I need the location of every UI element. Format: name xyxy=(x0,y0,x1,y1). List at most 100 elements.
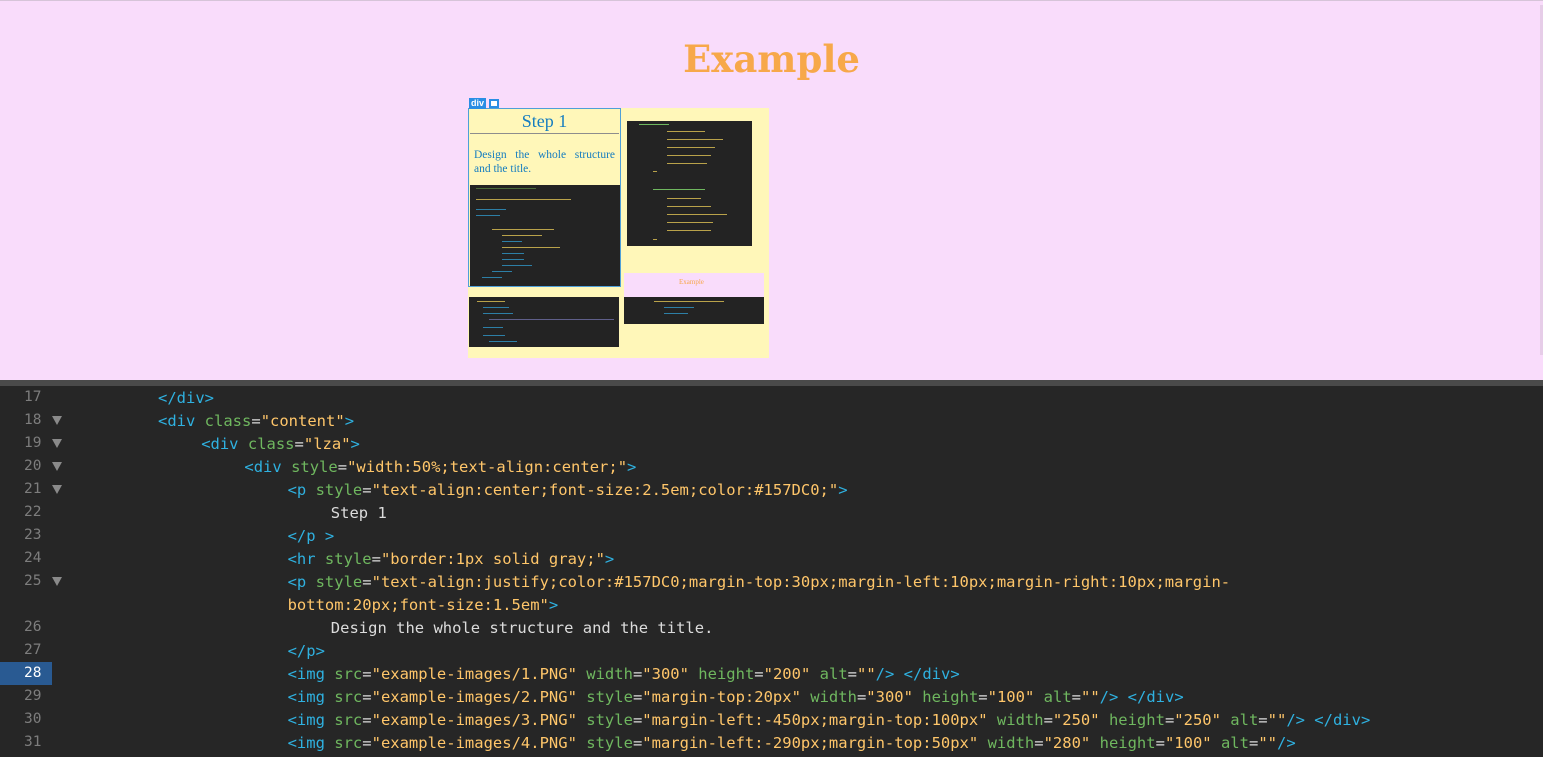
fold-arrow-icon[interactable] xyxy=(52,439,62,448)
code-text: Step 1 xyxy=(331,504,387,522)
code-token: = xyxy=(1248,734,1259,752)
code-token: height xyxy=(1108,711,1165,729)
code-line[interactable]: bottom:20px;font-size:1.5em"> xyxy=(0,593,1543,616)
code-token: style xyxy=(291,458,338,476)
code-token: "" xyxy=(857,665,876,683)
selected-div-element[interactable]: div Step 1 Design the whole structure an… xyxy=(468,98,621,287)
code-token: </div> xyxy=(158,389,214,407)
code-line[interactable]: 24 <hr style="border:1px solid gray;"> xyxy=(0,547,1543,570)
code-line[interactable]: 26 Design the whole structure and the tit… xyxy=(0,616,1543,639)
code-text: <hr style="border:1px solid gray;"> xyxy=(288,550,615,568)
line-number: 25 xyxy=(24,573,42,589)
code-line[interactable]: 31 <img src="example-images/4.PNG" style=… xyxy=(0,731,1543,754)
fold-arrow-icon[interactable] xyxy=(52,485,62,494)
code-token: "example-images/2.PNG" xyxy=(371,688,577,706)
code-token: "example-images/1.PNG" xyxy=(371,665,577,683)
code-token: = xyxy=(362,665,372,683)
code-token: <div xyxy=(244,458,292,476)
line-gutter: 22 xyxy=(0,501,52,524)
code-line[interactable]: 21 <p style="text-align:center;font-size:… xyxy=(0,478,1543,501)
code-line[interactable]: 18 <div class="content"> xyxy=(0,409,1543,432)
code-token: = xyxy=(632,665,643,683)
code-text: <img src="example-images/3.PNG" style="m… xyxy=(288,711,1371,729)
code-token: bottom:20px;font-size:1.5em" xyxy=(287,596,549,614)
code-token: /> </div> xyxy=(1286,711,1371,729)
code-token: "margin-top:20px" xyxy=(642,688,801,706)
code-line[interactable]: 23 </p > xyxy=(0,524,1543,547)
code-token: = xyxy=(251,412,261,430)
code-token: class xyxy=(247,435,295,453)
code-token: "text-align:center;font-size:2.5em;color… xyxy=(371,481,839,499)
line-number: 17 xyxy=(24,389,42,405)
fold-arrow-icon[interactable] xyxy=(52,416,62,425)
mini-preview-title: Example xyxy=(679,278,704,286)
code-token: "280" xyxy=(1043,734,1091,752)
line-number: 19 xyxy=(24,435,42,451)
live-preview-pane: Example div Step 1 Design the whole stru… xyxy=(0,0,1543,380)
code-line[interactable]: 25 <p style="text-align:justify;color:#15… xyxy=(0,570,1543,593)
line-gutter: 27 xyxy=(0,639,52,662)
code-token: = xyxy=(1155,734,1165,752)
code-token: class xyxy=(204,412,252,430)
code-line[interactable]: 28 <img src="example-images/1.PNG" width=… xyxy=(0,662,1543,685)
code-token: "margin-left:-290px;margin-top:50px" xyxy=(642,734,979,752)
code-token: width xyxy=(996,711,1044,729)
code-token: = xyxy=(1071,688,1081,706)
code-token: width xyxy=(987,734,1035,752)
fold-arrow-icon[interactable] xyxy=(52,462,62,471)
code-line[interactable]: 29 <img src="example-images/2.PNG" style=… xyxy=(0,685,1543,708)
code-token: = xyxy=(1043,711,1053,729)
code-token: "250" xyxy=(1052,711,1100,729)
code-line[interactable]: 20 <div style="width:50%;text-align:cente… xyxy=(0,455,1543,478)
code-text: <img src="example-images/2.PNG" style="m… xyxy=(288,688,1184,706)
code-token: </p> xyxy=(287,642,325,660)
code-text: <div class="lza"> xyxy=(201,435,360,453)
line-gutter: 31 xyxy=(0,731,52,754)
code-token: = xyxy=(362,688,372,706)
code-line[interactable]: 27 </p> xyxy=(0,639,1543,662)
code-line[interactable]: 30 <img src="example-images/3.PNG" style=… xyxy=(0,708,1543,731)
code-token: = xyxy=(754,665,764,683)
code-token: style xyxy=(586,688,633,706)
code-token: "border:1px solid gray;" xyxy=(380,550,605,568)
element-handle-icon[interactable] xyxy=(489,99,499,108)
code-line[interactable]: 17 </div> xyxy=(0,386,1543,409)
code-text: <img src="example-images/4.PNG" style="m… xyxy=(288,734,1296,752)
code-token: = xyxy=(978,688,988,706)
code-token: = xyxy=(362,481,372,499)
code-token: style xyxy=(586,711,633,729)
code-token: "example-images/3.PNG" xyxy=(371,711,577,729)
code-token: "margin-left:-450px;margin-top:100px" xyxy=(642,711,988,729)
code-token: "100" xyxy=(1164,734,1212,752)
code-line[interactable]: 19 <div class="lza"> xyxy=(0,432,1543,455)
code-token: "content" xyxy=(260,412,345,430)
code-token: = xyxy=(362,711,372,729)
element-tag-label[interactable]: div xyxy=(469,98,487,109)
code-line[interactable]: 22 Step 1 xyxy=(0,501,1543,524)
code-token: <img xyxy=(287,734,335,752)
code-token: > xyxy=(548,596,559,614)
code-token: style xyxy=(315,481,363,499)
code-token: <img xyxy=(287,665,335,683)
code-token: "300" xyxy=(642,665,689,683)
code-token: <img xyxy=(287,711,335,729)
code-token: height xyxy=(1099,734,1156,752)
code-editor[interactable]: 17 </div> 18 <div class="content"> 19 <div cl… xyxy=(0,386,1543,757)
code-token: > xyxy=(838,481,848,499)
code-token: "" xyxy=(1267,711,1287,729)
code-token: = xyxy=(632,711,643,729)
code-token: style xyxy=(324,550,372,568)
line-gutter: 18 xyxy=(0,409,52,432)
code-token: height xyxy=(922,688,979,706)
line-number: 18 xyxy=(24,412,42,428)
fold-arrow-icon[interactable] xyxy=(52,577,62,586)
screenshot-image-4: Example xyxy=(624,273,764,324)
code-token: "width:50%;text-align:center;" xyxy=(347,458,628,476)
line-gutter: 20 xyxy=(0,455,52,478)
